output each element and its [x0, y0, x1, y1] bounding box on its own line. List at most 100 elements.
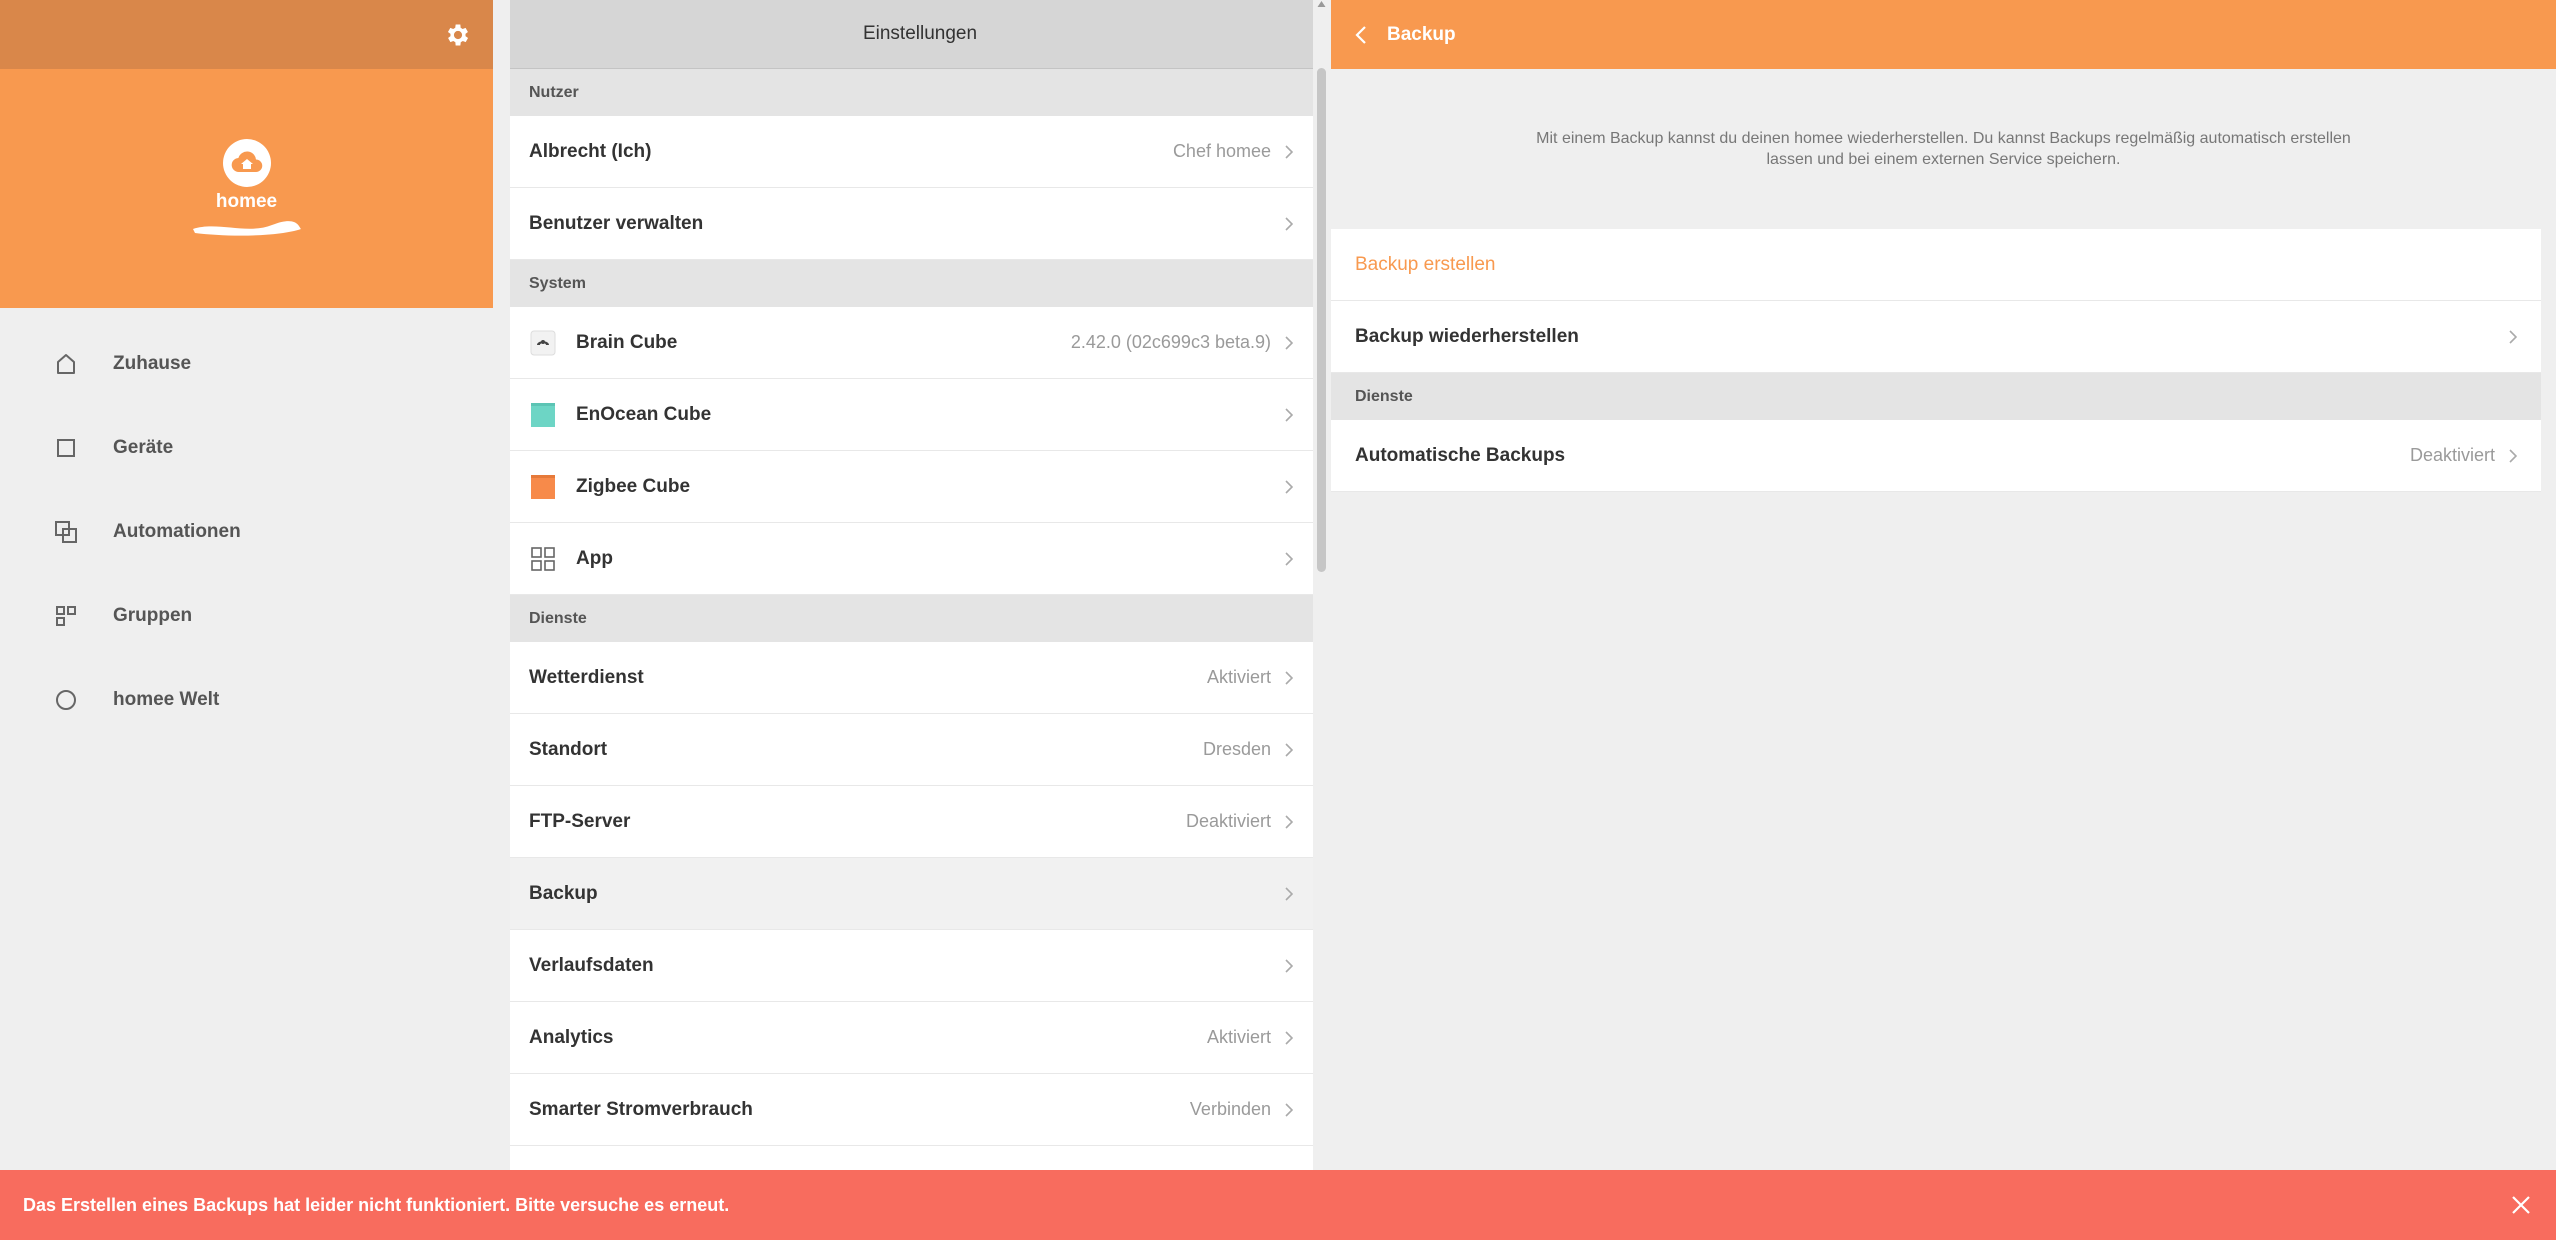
row-value: Chef homee	[1172, 141, 1271, 161]
scroll-up-arrow-icon[interactable]	[1317, 0, 1326, 8]
row-label: Backup	[529, 882, 598, 904]
profile-header: homee	[0, 69, 493, 308]
sidebar: homee Zuhause Geräte Automationen Gruppe…	[0, 0, 493, 1240]
settings-row-partial[interactable]	[510, 1146, 1313, 1170]
nav-item-automationen[interactable]: Automationen	[0, 490, 493, 574]
row-value: 2.42.0 (02c699c3 beta.9)	[1070, 332, 1271, 352]
chevron-right-icon	[1285, 335, 1295, 351]
row-label: Zigbee Cube	[576, 475, 691, 497]
nav-label: homee Welt	[113, 689, 220, 710]
section-header-nutzer: Nutzer	[510, 69, 1313, 116]
row-value: Aktiviert	[1206, 1027, 1271, 1047]
chevron-right-icon	[1285, 814, 1295, 830]
settings-button[interactable]	[439, 16, 477, 54]
row-label: Benutzer verwalten	[529, 212, 704, 234]
main-nav: Zuhause Geräte Automationen Gruppen home…	[0, 308, 493, 742]
section-header-dienste: Dienste	[1331, 373, 2541, 420]
chevron-right-icon	[1285, 742, 1295, 758]
nav-label: Zuhause	[113, 353, 192, 374]
backup-title: Backup	[1387, 23, 1456, 45]
scroll-thumb[interactable]	[1317, 68, 1326, 572]
back-button[interactable]: Backup	[1331, 0, 2556, 69]
row-label: Wetterdienst	[529, 666, 644, 688]
section-header-dienste: Dienste	[510, 595, 1313, 642]
row-value: Deaktiviert	[2409, 445, 2495, 465]
groups-icon	[54, 604, 78, 628]
chevron-right-icon	[1285, 144, 1295, 160]
create-backup-button[interactable]: Backup erstellen	[1331, 229, 2541, 301]
chevron-right-icon	[2509, 329, 2519, 345]
row-label: App	[576, 547, 613, 569]
settings-row-app[interactable]: App	[510, 523, 1313, 595]
auto-backups-row[interactable]: Automatische Backups Deaktiviert	[1331, 420, 2541, 492]
nav-label: Automationen	[113, 521, 241, 542]
chevron-right-icon	[1285, 958, 1295, 974]
nav-item-geraete[interactable]: Geräte	[0, 406, 493, 490]
chevron-right-icon	[1285, 670, 1295, 686]
chevron-right-icon	[1285, 1030, 1295, 1046]
chevron-right-icon	[1285, 216, 1295, 232]
backup-description: Mit einem Backup kannst du deinen homee …	[1536, 130, 2351, 168]
brain-cube-icon	[529, 329, 557, 357]
chevron-right-icon	[2509, 448, 2519, 464]
row-label: EnOcean Cube	[576, 403, 712, 425]
section-header-system: System	[510, 260, 1313, 307]
settings-row-albrecht[interactable]: Albrecht (Ich) Chef homee	[510, 116, 1313, 188]
settings-title: Einstellungen	[510, 0, 1330, 69]
nav-item-zuhause[interactable]: Zuhause	[0, 322, 493, 406]
settings-row-ftp-server[interactable]: FTP-Server Deaktiviert	[510, 786, 1313, 858]
app-grid-icon	[529, 545, 557, 573]
restore-backup-row[interactable]: Backup wiederherstellen	[1331, 301, 2541, 373]
nav-label: Gruppen	[113, 605, 193, 626]
homee-logo-icon	[222, 139, 271, 187]
backup-panel: Backup Mit einem Backup kannst du deinen…	[1331, 0, 2556, 1170]
row-label: Smarter Stromverbrauch	[529, 1098, 753, 1120]
settings-scrollbar[interactable]	[1313, 0, 1330, 1170]
enocean-cube-icon	[529, 401, 557, 429]
nav-item-homee-welt[interactable]: homee Welt	[0, 658, 493, 742]
row-label: Automatische Backups	[1355, 444, 1566, 466]
settings-row-standort[interactable]: Standort Dresden	[510, 714, 1313, 786]
row-label: Backup wiederherstellen	[1355, 325, 1579, 347]
row-value: Verbinden	[1189, 1099, 1271, 1119]
settings-row-smarter-stromverbrauch[interactable]: Smarter Stromverbrauch Verbinden	[510, 1074, 1313, 1146]
chevron-right-icon	[1285, 551, 1295, 567]
row-value: Aktiviert	[1206, 667, 1271, 687]
row-label: Standort	[529, 738, 608, 760]
error-message: Das Erstellen eines Backups hat leider n…	[23, 1194, 730, 1215]
settings-row-benutzer-verwalten[interactable]: Benutzer verwalten	[510, 188, 1313, 260]
settings-row-analytics[interactable]: Analytics Aktiviert	[510, 1002, 1313, 1074]
row-label: Verlaufsdaten	[529, 954, 654, 976]
row-label: Albrecht (Ich)	[529, 140, 652, 162]
row-label: FTP-Server	[529, 810, 631, 832]
settings-row-wetterdienst[interactable]: Wetterdienst Aktiviert	[510, 642, 1313, 714]
close-icon	[2512, 1196, 2530, 1214]
chevron-right-icon	[1285, 886, 1295, 902]
settings-row-backup[interactable]: Backup	[510, 858, 1313, 930]
device-square-icon	[54, 436, 78, 460]
zigbee-cube-icon	[529, 473, 557, 501]
chevron-right-icon	[1285, 407, 1295, 423]
settings-panel: Einstellungen Nutzer Albrecht (Ich) Chef…	[510, 0, 1330, 1170]
world-circle-icon	[54, 688, 78, 712]
row-label: Analytics	[529, 1026, 614, 1048]
settings-row-brain-cube[interactable]: Brain Cube 2.42.0 (02c699c3 beta.9)	[510, 307, 1313, 379]
settings-row-enocean-cube[interactable]: EnOcean Cube	[510, 379, 1313, 451]
row-value: Deaktiviert	[1185, 811, 1271, 831]
nav-label: Geräte	[113, 437, 174, 458]
gear-icon	[447, 24, 469, 46]
sidebar-topbar	[0, 0, 493, 69]
profile-name: homee	[215, 191, 278, 212]
row-value: Dresden	[1202, 739, 1271, 759]
settings-row-verlaufsdaten[interactable]: Verlaufsdaten	[510, 930, 1313, 1002]
row-label: Brain Cube	[576, 331, 678, 353]
close-banner-button[interactable]	[2486, 1170, 2556, 1240]
chevron-left-icon	[1355, 25, 1366, 44]
home-icon	[54, 352, 78, 376]
settings-row-zigbee-cube[interactable]: Zigbee Cube	[510, 451, 1313, 523]
automation-icon	[54, 520, 78, 544]
backup-list: Backup erstellen Backup wiederherstellen…	[1331, 229, 2541, 492]
nav-item-gruppen[interactable]: Gruppen	[0, 574, 493, 658]
settings-list: Nutzer Albrecht (Ich) Chef homee Benutze…	[510, 69, 1313, 1170]
row-label: Backup erstellen	[1355, 253, 1496, 275]
